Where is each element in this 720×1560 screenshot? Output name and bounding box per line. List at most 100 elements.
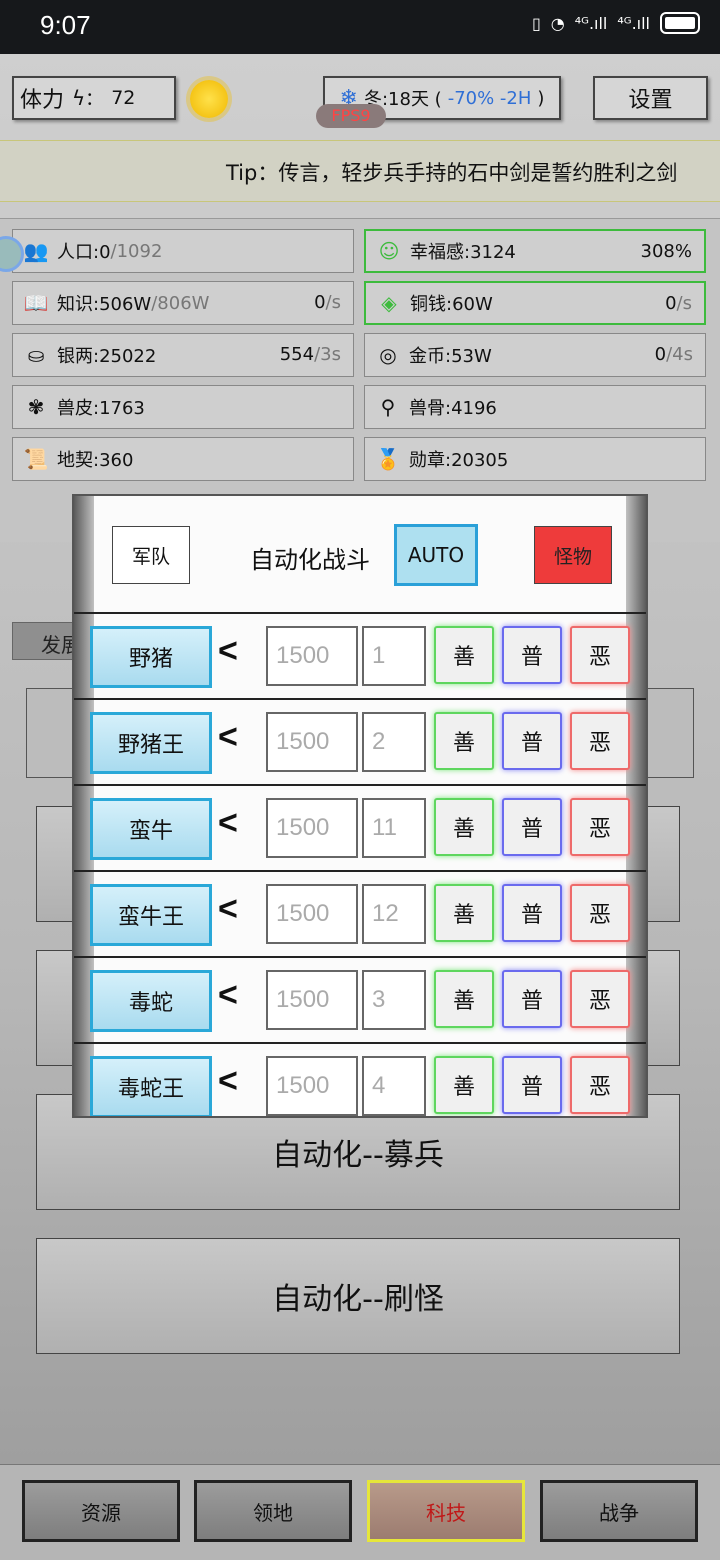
deed-icon: 📜 — [23, 447, 49, 471]
neutral-button[interactable]: 普 — [502, 884, 562, 942]
resource-rate: 0 — [654, 344, 667, 365]
less-than-sign: < — [218, 1062, 238, 1100]
resource-name: 知识:506W — [57, 294, 152, 315]
resource-happiness: ☺ 幸福感:3124 308% — [364, 229, 706, 273]
nav-war[interactable]: 战争 — [540, 1480, 698, 1542]
neutral-button[interactable]: 普 — [502, 798, 562, 856]
threshold-input[interactable]: 1500 — [266, 626, 358, 686]
stamina-label: 体力 — [20, 88, 65, 113]
rank-input[interactable]: 4 — [362, 1056, 426, 1116]
good-button[interactable]: 善 — [434, 1056, 494, 1114]
medal-icon: 🏅 — [375, 447, 401, 471]
resource-rate: 0 — [665, 293, 677, 314]
monster-name-button[interactable]: 蛮牛 — [90, 798, 212, 860]
evil-button[interactable]: 恶 — [570, 884, 630, 942]
stamina-separator: ： — [85, 89, 104, 110]
wifi-icon: ◔ — [550, 13, 565, 33]
stamina-box: 体力 ϟ ： 72 — [12, 76, 176, 120]
lightning-icon: ϟ — [72, 86, 86, 110]
nav-resources[interactable]: 资源 — [22, 1480, 180, 1542]
threshold-input[interactable]: 1500 — [266, 712, 358, 772]
resource-silver: ⛀ 银两:25022 554/3s — [12, 333, 354, 377]
fps-badge: FPS9 — [316, 104, 386, 128]
threshold-value: 1500 — [276, 814, 330, 841]
monster-row: 蛮牛王 < 1500 12 善 普 恶 — [74, 870, 646, 956]
monster-name-button[interactable]: 野猪王 — [90, 712, 212, 774]
nav-territory[interactable]: 领地 — [194, 1480, 352, 1542]
threshold-input[interactable]: 1500 — [266, 1056, 358, 1116]
monster-button[interactable]: 怪物 — [534, 526, 612, 584]
rank-value: 12 — [372, 900, 399, 927]
stamina-value: 72 — [111, 87, 136, 109]
monster-name-button[interactable]: 野猪 — [90, 626, 212, 688]
good-button[interactable]: 善 — [434, 884, 494, 942]
resource-medal: 🏅 勋章:20305 — [364, 437, 706, 481]
tip-strip: Tip：传言，轻步兵手持的石中剑是誓约胜利之剑 — [0, 140, 720, 202]
threshold-input[interactable]: 1500 — [266, 970, 358, 1030]
rank-input[interactable]: 3 — [362, 970, 426, 1030]
resource-rate-unit: /4s — [666, 344, 693, 365]
monster-row: 野猪 < 1500 1 善 普 恶 — [74, 612, 646, 698]
less-than-sign: < — [218, 632, 238, 670]
season-modifier: -70% -2H — [447, 87, 532, 109]
resource-bone: ⚲ 兽骨:4196 — [364, 385, 706, 429]
resource-name: 勋章:20305 — [409, 450, 509, 471]
evil-button[interactable]: 恶 — [570, 970, 630, 1028]
threshold-value: 1500 — [276, 900, 330, 927]
good-button[interactable]: 善 — [434, 970, 494, 1028]
copper-coin-icon: ◈ — [381, 291, 397, 315]
monster-row: 蛮牛 < 1500 11 善 普 恶 — [74, 784, 646, 870]
threshold-value: 1500 — [276, 642, 330, 669]
resource-rate-unit: /s — [676, 293, 692, 314]
rank-value: 1 — [372, 642, 386, 669]
rank-input[interactable]: 1 — [362, 626, 426, 686]
neutral-button[interactable]: 普 — [502, 970, 562, 1028]
evil-button[interactable]: 恶 — [570, 712, 630, 770]
sun-icon — [190, 80, 228, 118]
resource-max: /806W — [151, 292, 210, 314]
silver-ingot-icon: ⛀ — [27, 343, 45, 367]
auto-farm-monsters-button[interactable]: 自动化--刷怪 — [36, 1238, 680, 1354]
monster-name-button[interactable]: 毒蛇王 — [90, 1056, 212, 1116]
resource-rate-unit: /s — [325, 292, 341, 313]
resource-name: 兽骨:4196 — [409, 398, 497, 419]
army-button[interactable]: 军队 — [112, 526, 190, 584]
neutral-button[interactable]: 普 — [502, 712, 562, 770]
threshold-input[interactable]: 1500 — [266, 884, 358, 944]
hide-icon: ✾ — [27, 395, 45, 419]
auto-button[interactable]: AUTO — [394, 524, 478, 586]
neutral-button[interactable]: 普 — [502, 626, 562, 684]
settings-button[interactable]: 设置 — [593, 76, 708, 120]
monster-name-button[interactable]: 毒蛇 — [90, 970, 212, 1032]
threshold-input[interactable]: 1500 — [266, 798, 358, 858]
evil-button[interactable]: 恶 — [570, 626, 630, 684]
evil-button[interactable]: 恶 — [570, 1056, 630, 1114]
resource-name: 银两:25022 — [57, 346, 157, 367]
rank-value: 3 — [372, 986, 386, 1013]
gold-coin-icon: ◎ — [379, 343, 397, 367]
evil-button[interactable]: 恶 — [570, 798, 630, 856]
threshold-value: 1500 — [276, 986, 330, 1013]
resource-name: 铜钱:60W — [410, 294, 493, 315]
signal-icon: ⁴ᴳ.ıll — [574, 13, 608, 33]
monster-row: 毒蛇王 < 1500 4 善 普 恶 — [74, 1042, 646, 1116]
resource-name: 人口:0 — [57, 242, 111, 263]
less-than-sign: < — [218, 890, 238, 928]
resource-rate: 0 — [314, 292, 326, 313]
good-button[interactable]: 善 — [434, 626, 494, 684]
people-icon: 👥 — [23, 239, 49, 263]
resource-name: 兽皮:1763 — [57, 398, 145, 419]
nav-technology[interactable]: 科技 — [367, 1480, 525, 1542]
rank-input[interactable]: 11 — [362, 798, 426, 858]
threshold-value: 1500 — [276, 728, 330, 755]
status-icons: ▯ ◔ ⁴ᴳ.ıll ⁴ᴳ.ıll — [532, 12, 700, 34]
neutral-button[interactable]: 普 — [502, 1056, 562, 1114]
less-than-sign: < — [218, 804, 238, 842]
rank-input[interactable]: 2 — [362, 712, 426, 772]
rank-input[interactable]: 12 — [362, 884, 426, 944]
season-close: ) — [537, 87, 545, 109]
clock: 9:07 — [40, 10, 91, 40]
good-button[interactable]: 善 — [434, 712, 494, 770]
monster-name-button[interactable]: 蛮牛王 — [90, 884, 212, 946]
good-button[interactable]: 善 — [434, 798, 494, 856]
